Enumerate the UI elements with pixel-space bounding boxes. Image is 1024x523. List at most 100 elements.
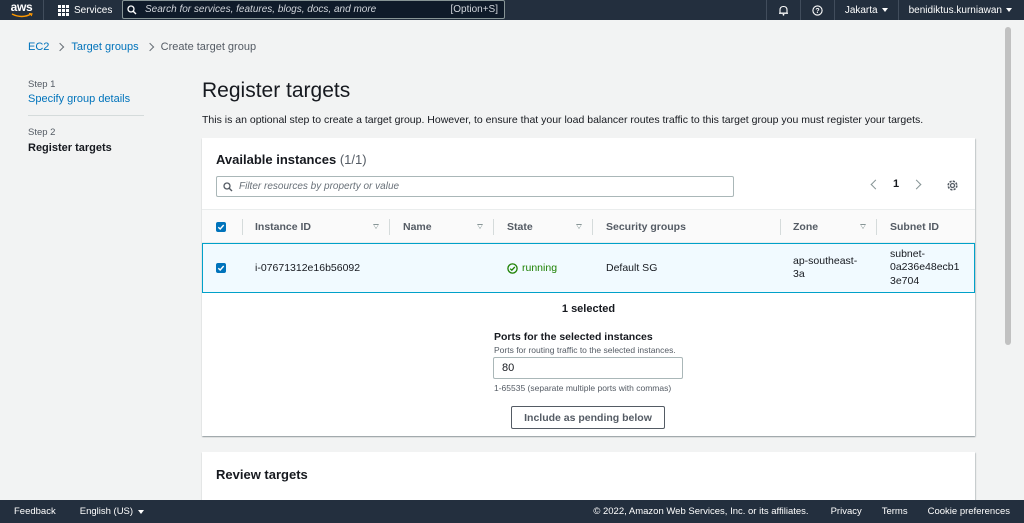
search-icon bbox=[123, 4, 141, 15]
gear-icon[interactable] bbox=[946, 179, 959, 195]
column-name[interactable]: Name bbox=[403, 210, 493, 244]
checkbox-checked-icon bbox=[216, 263, 226, 273]
column-instance-id[interactable]: Instance ID bbox=[255, 210, 389, 244]
region-selector[interactable]: Jakarta bbox=[833, 0, 898, 20]
instance-subnet-id: subnet- 0a236e48ecb1 3e704 bbox=[890, 244, 960, 292]
aws-logo-text: aws bbox=[10, 0, 33, 14]
instance-security-groups: Default SG bbox=[606, 262, 658, 274]
region-label: Jakarta bbox=[844, 4, 878, 16]
select-all-checkbox[interactable] bbox=[216, 210, 226, 244]
language-selector[interactable]: English (US) bbox=[79, 506, 145, 517]
instance-zone: ap-southeast- 3a bbox=[793, 244, 857, 292]
ports-description: Ports for routing traffic to the selecte… bbox=[494, 345, 676, 355]
column-divider bbox=[493, 219, 494, 235]
aws-smile-icon bbox=[11, 13, 33, 18]
column-divider bbox=[876, 219, 877, 235]
chevron-right-icon bbox=[145, 42, 154, 52]
next-page-icon[interactable] bbox=[911, 179, 922, 189]
footer: Feedback English (US) © 2022, Amazon Web… bbox=[0, 500, 1024, 523]
available-instances-heading: Available instances bbox=[216, 152, 337, 167]
copyright-text: © 2022, Amazon Web Services, Inc. or its… bbox=[593, 506, 809, 517]
column-subnet-id-label: Subnet ID bbox=[890, 221, 939, 233]
previous-page-icon[interactable] bbox=[870, 179, 881, 189]
page-title: Register targets bbox=[202, 79, 351, 102]
selected-count: 1 selected bbox=[561, 303, 616, 315]
terms-link[interactable]: Terms bbox=[882, 506, 908, 517]
step-divider bbox=[28, 115, 144, 116]
column-divider bbox=[780, 219, 781, 235]
checkbox-checked-icon bbox=[216, 222, 226, 232]
account-name: benidiktus.kurniawan bbox=[908, 4, 1002, 16]
column-instance-id-label: Instance ID bbox=[255, 221, 312, 233]
global-search-input[interactable] bbox=[141, 4, 451, 15]
breadcrumb-ec2[interactable]: EC2 bbox=[28, 41, 49, 53]
language-label: English (US) bbox=[79, 506, 134, 517]
caret-down-icon bbox=[1006, 8, 1012, 12]
svg-text:?: ? bbox=[815, 8, 819, 15]
privacy-link[interactable]: Privacy bbox=[831, 506, 862, 517]
ports-hint: 1-65535 (separate multiple ports with co… bbox=[494, 383, 672, 393]
instance-state-label: running bbox=[522, 262, 558, 274]
breadcrumb-target-groups[interactable]: Target groups bbox=[71, 41, 138, 53]
step-2-number: Step 2 bbox=[28, 127, 56, 138]
column-security-groups[interactable]: Security groups bbox=[606, 210, 780, 244]
scrollbar-thumb[interactable] bbox=[1005, 27, 1011, 345]
available-instances-panel: Available instances (1/1) 1 Instance ID bbox=[202, 138, 975, 436]
footer-links: © 2022, Amazon Web Services, Inc. or its… bbox=[593, 500, 1010, 523]
grid-icon bbox=[58, 4, 69, 16]
step-1-link[interactable]: Specify group details bbox=[28, 93, 144, 105]
column-divider bbox=[242, 219, 243, 235]
wizard-steps: Step 1 Specify group details Step 2 Regi… bbox=[28, 79, 144, 154]
row-checkbox[interactable] bbox=[216, 244, 226, 292]
column-state[interactable]: State bbox=[507, 210, 592, 244]
column-divider bbox=[389, 219, 390, 235]
help-button[interactable]: ? bbox=[799, 0, 834, 20]
aws-logo[interactable]: aws bbox=[0, 0, 44, 20]
page-description: This is an optional step to create a tar… bbox=[202, 114, 924, 126]
chevron-right-icon bbox=[56, 42, 65, 52]
sort-icon bbox=[373, 224, 379, 229]
column-name-label: Name bbox=[403, 221, 432, 233]
breadcrumb: EC2 Target groups Create target group bbox=[28, 41, 256, 53]
subnet-line-1: subnet- bbox=[890, 247, 926, 260]
notifications-button[interactable] bbox=[765, 0, 800, 20]
column-subnet-id[interactable]: Subnet ID bbox=[890, 210, 975, 244]
feedback-link[interactable]: Feedback bbox=[0, 506, 56, 517]
table-header: Instance ID Name State Security groups Z… bbox=[202, 209, 975, 243]
column-zone-label: Zone bbox=[793, 221, 819, 233]
subnet-line-3: 3e704 bbox=[890, 274, 920, 287]
search-icon bbox=[217, 181, 239, 192]
ports-label: Ports for the selected instances bbox=[494, 331, 653, 343]
filter-input[interactable] bbox=[239, 181, 733, 192]
account-menu[interactable]: benidiktus.kurniawan bbox=[897, 0, 1024, 20]
instance-id-link[interactable]: i-07671312e16b56092 bbox=[255, 244, 360, 292]
ports-input[interactable] bbox=[493, 357, 683, 379]
search-shortcut-hint: [Option+S] bbox=[450, 4, 498, 15]
instance-state: running bbox=[507, 244, 557, 292]
step-2-current: Register targets bbox=[28, 142, 112, 154]
column-divider bbox=[592, 219, 593, 235]
column-zone[interactable]: Zone bbox=[793, 210, 876, 244]
available-instances-count: (1/1) bbox=[339, 152, 367, 167]
subnet-line-2: 0a236e48ecb1 bbox=[890, 261, 960, 274]
sort-icon bbox=[576, 224, 582, 229]
current-page[interactable]: 1 bbox=[893, 178, 899, 190]
filter-box[interactable] bbox=[216, 176, 734, 197]
cookie-preferences-link[interactable]: Cookie preferences bbox=[928, 506, 1010, 517]
include-as-pending-button[interactable]: Include as pending below bbox=[511, 406, 665, 429]
zone-line-2: 3a bbox=[793, 268, 805, 280]
review-targets-title: Review targets bbox=[216, 467, 308, 482]
column-security-groups-label: Security groups bbox=[606, 221, 686, 233]
global-search[interactable]: [Option+S] bbox=[122, 0, 505, 19]
breadcrumb-current: Create target group bbox=[160, 41, 257, 53]
bell-icon bbox=[778, 5, 788, 16]
sort-icon bbox=[477, 224, 483, 229]
top-navigation: aws Services [Option+S] ? Jakarta benidi… bbox=[0, 0, 1024, 20]
nav-right-group: ? Jakarta benidiktus.kurniawan bbox=[765, 0, 1024, 20]
services-label: Services bbox=[74, 4, 113, 16]
table-row[interactable]: i-07671312e16b56092 running Default SG a… bbox=[202, 243, 975, 293]
pagination: 1 bbox=[870, 178, 922, 190]
services-menu-button[interactable]: Services bbox=[44, 0, 124, 20]
page-scrollbar[interactable] bbox=[1003, 22, 1013, 499]
available-instances-title: Available instances (1/1) bbox=[216, 152, 367, 167]
